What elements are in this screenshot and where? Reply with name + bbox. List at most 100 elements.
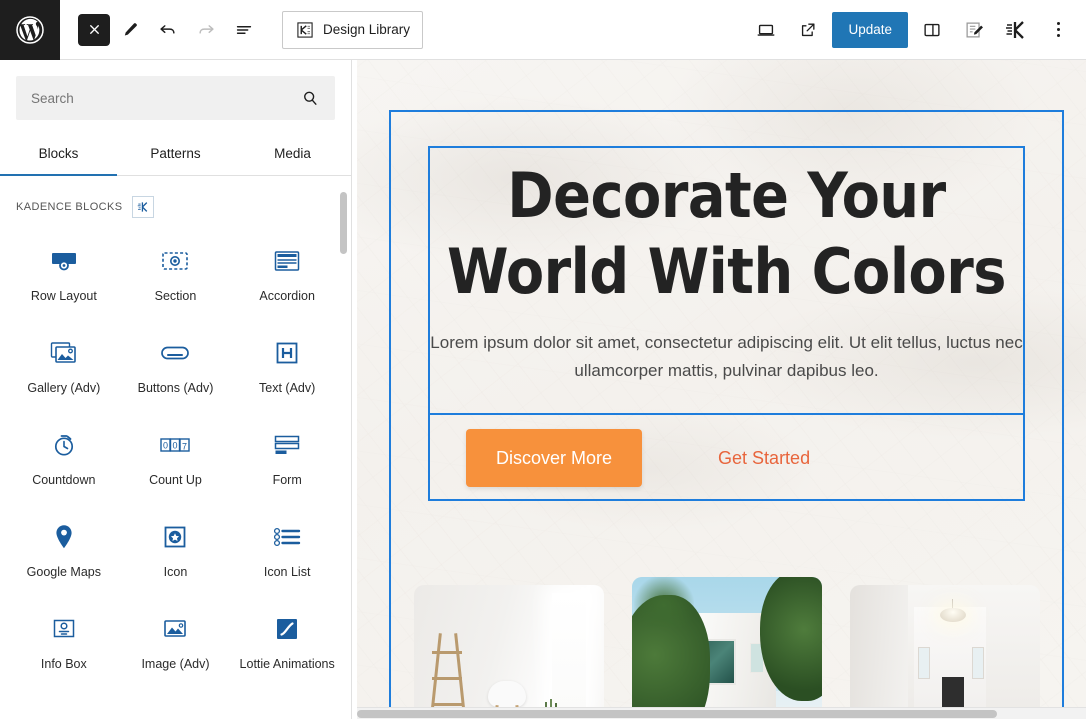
form-icon: [273, 428, 301, 462]
buttons-icon: [160, 336, 190, 370]
hero-heading-line-1: Decorate Your: [507, 159, 946, 232]
canvas-horizontal-scrollbar[interactable]: [357, 707, 1086, 719]
block-item-label: Image (Adv): [141, 657, 210, 671]
svg-text:0: 0: [173, 441, 178, 451]
heading-h-icon: [275, 336, 299, 370]
get-started-link[interactable]: Get Started: [718, 448, 810, 469]
section-icon: [161, 244, 189, 278]
hall-window-left: [917, 647, 930, 679]
block-inserter-sidebar: Blocks Patterns Media KADENCE BLOCKS: [0, 60, 352, 719]
gallery-image-hallway[interactable]: [849, 585, 1040, 719]
desktop-icon: [757, 24, 775, 36]
block-item-label: Form: [272, 473, 302, 487]
block-item-row-layout[interactable]: Row Layout: [8, 230, 120, 322]
block-item-buttons-adv[interactable]: Buttons (Adv): [120, 322, 232, 414]
hero-heading[interactable]: Decorate Your World With Colors: [447, 158, 1006, 309]
settings-sidebar-button[interactable]: [914, 12, 950, 48]
palm-fronds: [633, 577, 694, 627]
inserter-scrollbar[interactable]: [340, 192, 347, 254]
blocks-panel: KADENCE BLOCKS Row Layout Section Accord…: [0, 176, 351, 719]
counter-007-icon: 0 0 7: [159, 428, 191, 462]
redo-button[interactable]: [188, 12, 224, 48]
search-container: [0, 60, 351, 120]
hero-heading-line-2: World With Colors: [447, 234, 1006, 308]
preview-button[interactable]: [748, 12, 784, 48]
editor-canvas-area: Decorate Your World With Colors Lorem ip…: [352, 60, 1086, 719]
edit-mode-button[interactable]: [112, 12, 148, 48]
block-grid: Row Layout Section Accordion Gallery (Ad…: [0, 224, 351, 690]
document-overview-button[interactable]: [226, 12, 262, 48]
tab-media-label: Media: [274, 146, 311, 161]
fireplace: [941, 677, 964, 707]
block-item-label: Gallery (Adv): [27, 381, 101, 395]
category-title: KADENCE BLOCKS: [16, 201, 123, 213]
block-item-icon[interactable]: Icon: [120, 506, 232, 598]
block-item-label: Count Up: [149, 473, 202, 487]
wordpress-logo-button[interactable]: [0, 0, 60, 60]
hall-left-wall: [849, 585, 908, 719]
view-site-button[interactable]: [790, 12, 826, 48]
update-button[interactable]: Update: [832, 11, 908, 48]
block-item-label: Icon List: [263, 565, 311, 579]
search-box[interactable]: [16, 76, 335, 120]
post-canvas[interactable]: Decorate Your World With Colors Lorem ip…: [357, 60, 1086, 719]
hero-button-row: Discover More Get Started: [428, 413, 1025, 501]
block-item-accordion[interactable]: Accordion: [231, 230, 343, 322]
block-item-countdown[interactable]: Countdown: [8, 414, 120, 506]
block-item-section[interactable]: Section: [120, 230, 232, 322]
block-item-google-maps[interactable]: Google Maps: [8, 506, 120, 598]
tab-patterns[interactable]: Patterns: [117, 134, 234, 175]
redo-arrow-icon: [199, 24, 214, 34]
gallery-image-empty-room[interactable]: [413, 585, 604, 719]
design-library-label: Design Library: [323, 22, 411, 37]
block-item-gallery-adv[interactable]: Gallery (Adv): [8, 322, 120, 414]
kadence-k-icon: [295, 20, 315, 40]
kadence-button[interactable]: [998, 12, 1034, 48]
block-item-label: Section: [154, 289, 197, 303]
room-window: [551, 593, 586, 711]
block-item-text-adv[interactable]: Text (Adv): [231, 322, 343, 414]
block-item-form[interactable]: Form: [231, 414, 343, 506]
star-badge-icon: [163, 520, 187, 554]
block-item-label: Buttons (Adv): [137, 381, 214, 395]
map-pin-icon: [53, 520, 75, 554]
close-inserter-button[interactable]: [78, 13, 110, 46]
lottie-curve-icon: [275, 612, 299, 646]
sidebar-panel-icon: [924, 23, 940, 36]
search-icon: [300, 88, 320, 108]
block-item-icon-list[interactable]: Icon List: [231, 506, 343, 598]
hero-paragraph[interactable]: Lorem ipsum dolor sit amet, consectetur …: [428, 329, 1025, 384]
search-input[interactable]: [31, 90, 300, 106]
scrollbar-thumb[interactable]: [357, 710, 997, 718]
block-item-info-box[interactable]: Info Box: [8, 598, 120, 690]
list-view-icon: [236, 25, 252, 34]
editor-body: Blocks Patterns Media KADENCE BLOCKS: [0, 60, 1086, 719]
block-item-label: Countdown: [32, 473, 96, 487]
block-item-label: Google Maps: [26, 565, 101, 579]
undo-button[interactable]: [150, 12, 186, 48]
accordion-icon: [273, 244, 301, 278]
options-menu-button[interactable]: [1040, 12, 1076, 48]
tab-media[interactable]: Media: [234, 134, 351, 175]
gallery-image-modern-house[interactable]: [631, 577, 822, 719]
block-item-lottie-animations[interactable]: Lottie Animations: [231, 598, 343, 690]
info-box-icon: [50, 612, 78, 646]
editor-top-toolbar: Design Library Update: [0, 0, 1086, 60]
gallery-icon: [50, 336, 78, 370]
block-item-count-up[interactable]: 0 0 7 Count Up: [120, 414, 232, 506]
editor-notes-button[interactable]: [956, 12, 992, 48]
notepad-pencil-icon: [966, 21, 983, 38]
chandelier: [938, 599, 968, 625]
tab-blocks[interactable]: Blocks: [0, 134, 117, 176]
close-icon: [89, 25, 99, 34]
pencil-icon: [124, 22, 137, 35]
design-library-button[interactable]: Design Library: [282, 10, 424, 49]
svg-text:0: 0: [163, 441, 168, 451]
image-icon: [161, 612, 189, 646]
category-header-kadence-blocks: KADENCE BLOCKS: [0, 176, 351, 224]
block-item-label: Lottie Animations: [239, 657, 335, 671]
block-item-image-adv[interactable]: Image (Adv): [120, 598, 232, 690]
discover-more-button[interactable]: Discover More: [466, 429, 643, 487]
wordpress-block-editor: Design Library Update Search Blocks Patt…: [0, 0, 1086, 719]
vertical-ellipsis-icon: [1056, 22, 1060, 37]
